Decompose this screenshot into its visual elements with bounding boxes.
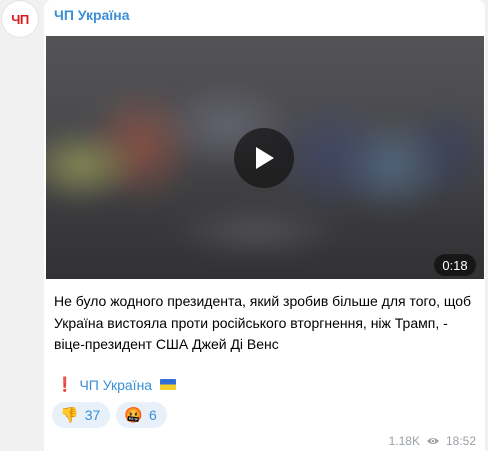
reaction-thumbs-down[interactable]: 👎 37 <box>52 402 111 428</box>
video-duration-badge: 0:18 <box>434 254 476 276</box>
reaction-count: 37 <box>84 407 101 423</box>
message-time: 18:52 <box>445 434 476 448</box>
message-meta: 1.18K 18:52 <box>389 434 476 448</box>
thumbs-down-icon: 👎 <box>60 406 79 424</box>
avatar-text: ЧП <box>11 11 29 27</box>
play-icon <box>256 147 274 169</box>
channel-name[interactable]: ЧП Україна <box>54 7 130 23</box>
channel-avatar[interactable]: ЧП <box>2 1 38 37</box>
ukraine-flag-icon <box>160 379 177 390</box>
view-count: 1.18K <box>388 434 420 448</box>
play-button[interactable] <box>234 128 294 188</box>
message-signature[interactable]: ❗ ЧП Україна <box>56 376 177 393</box>
reaction-count: 6 <box>148 407 157 423</box>
angry-face-icon: 🤬 <box>124 406 143 424</box>
exclamation-icon: ❗ <box>56 376 74 392</box>
eye-icon <box>426 438 439 444</box>
reaction-angry[interactable]: 🤬 6 <box>116 402 167 428</box>
signature-link[interactable]: ЧП Україна <box>79 377 152 393</box>
message-text: Не було жодного президента, який зробив … <box>54 293 472 352</box>
reactions-bar: 👎 37 🤬 6 <box>52 402 167 428</box>
